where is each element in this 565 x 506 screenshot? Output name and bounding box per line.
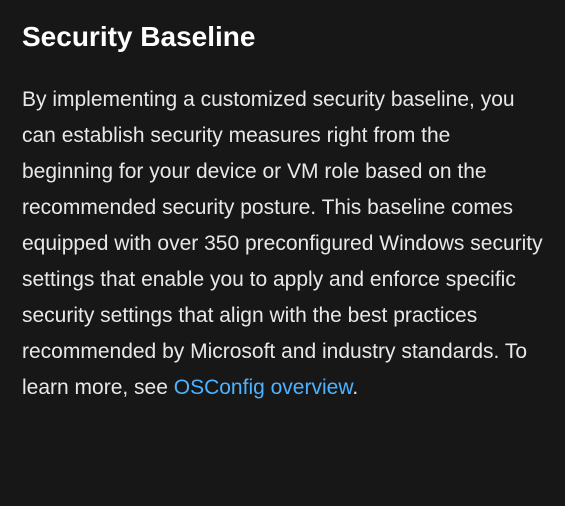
section-paragraph: By implementing a customized security ba… [22, 82, 543, 407]
paragraph-text-before: By implementing a customized security ba… [22, 88, 543, 400]
section-heading: Security Baseline [22, 20, 543, 54]
paragraph-text-after: . [352, 376, 358, 399]
osconfig-overview-link[interactable]: OSConfig overview [174, 376, 353, 399]
